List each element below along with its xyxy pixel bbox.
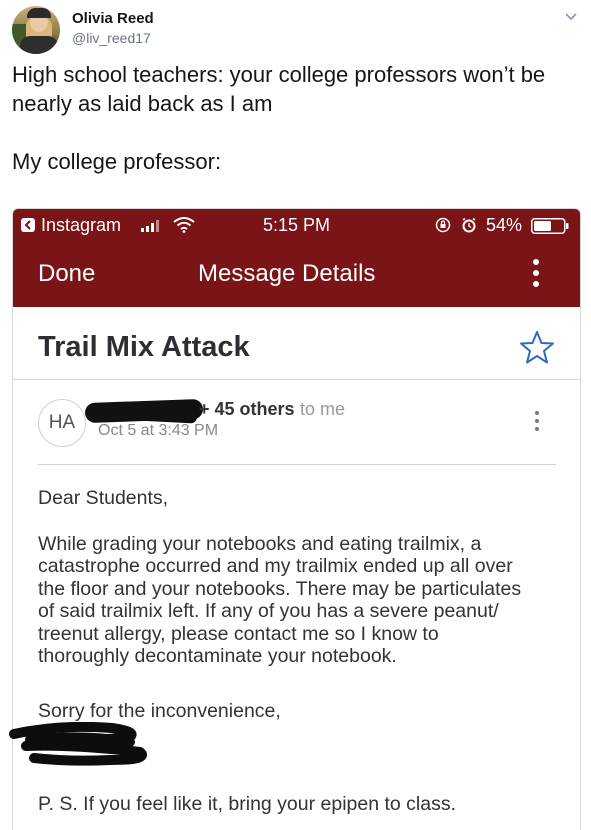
email-body: Dear Students, While grading your notebo… xyxy=(38,487,563,722)
phone-status-bar: Instagram 5:15 PM 54% xyxy=(13,209,580,243)
subject-row: Trail Mix Attack xyxy=(13,307,580,380)
email-postscript: P. S. If you feel like it, bring your ep… xyxy=(38,793,457,815)
email-signoff: Sorry for the inconvenience, xyxy=(38,700,281,722)
star-icon[interactable] xyxy=(518,329,556,367)
back-arrow-icon xyxy=(21,218,35,232)
chevron-down-icon[interactable] xyxy=(563,8,579,24)
more-vertical-icon[interactable] xyxy=(533,411,541,439)
sender-row: HA + 45 others to me Oct 5 at 3:43 PM xyxy=(13,379,580,465)
sender-avatar[interactable]: HA xyxy=(38,399,86,447)
navbar-title: Message Details xyxy=(198,260,376,287)
signal-icon xyxy=(141,220,159,232)
recipients-to-me: to me xyxy=(300,399,346,419)
rotation-lock-icon xyxy=(435,217,451,233)
author-name[interactable]: Olivia Reed xyxy=(72,10,154,27)
email-body-line: While grading your notebooks and eating … xyxy=(38,532,482,555)
status-time: 5:15 PM xyxy=(263,215,331,235)
email-greeting: Dear Students, xyxy=(38,487,169,509)
author-handle[interactable]: @liv_reed17 xyxy=(72,30,151,46)
tweet-header: Olivia Reed @liv_reed17 xyxy=(12,6,579,56)
avatar[interactable] xyxy=(12,6,60,54)
email-body-line: treenut allergy, please contact me so I … xyxy=(38,622,439,645)
message-navbar: Done Message Details xyxy=(13,243,580,307)
email-body-line: the floor and your notebooks. There may … xyxy=(38,577,522,600)
status-battery-percent: 54% xyxy=(486,215,523,235)
email-date: Oct 5 at 3:43 PM xyxy=(98,422,219,439)
done-button[interactable]: Done xyxy=(38,260,95,288)
recipients-others[interactable]: + 45 others xyxy=(199,399,295,420)
tweet-text-line: High school teachers: your college profe… xyxy=(12,62,546,87)
email-body-line: catastrophe occurred and my trailmix end… xyxy=(38,555,513,577)
email-body-line: of said trailmix left. If any of you has… xyxy=(38,600,499,622)
email-body-line: thoroughly decontaminate your notebook. xyxy=(38,645,397,667)
status-app-name: Instagram xyxy=(41,215,122,235)
tweet-text-line: My college professor: xyxy=(12,149,222,174)
more-vertical-icon[interactable] xyxy=(529,259,543,291)
alarm-icon xyxy=(462,217,476,233)
redaction-mark xyxy=(9,722,147,766)
divider xyxy=(38,464,556,465)
wifi-icon xyxy=(173,217,195,233)
email-subject: Trail Mix Attack xyxy=(38,331,250,363)
battery-icon xyxy=(531,218,569,234)
tweet-text-line: nearly as laid back as I am xyxy=(12,91,273,116)
tweet-text: High school teachers: your college profe… xyxy=(12,60,579,176)
